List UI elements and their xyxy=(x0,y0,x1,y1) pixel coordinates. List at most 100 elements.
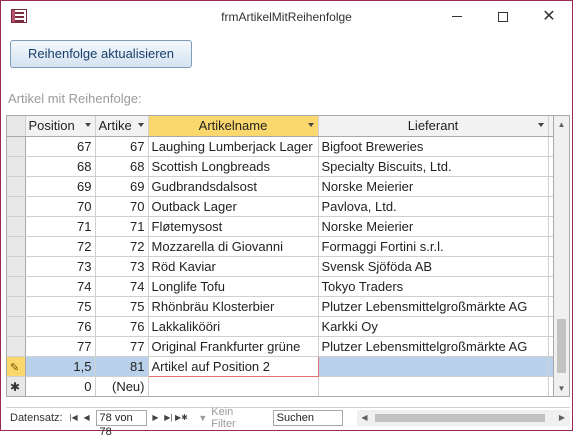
record-selector[interactable] xyxy=(7,216,26,237)
cell-position[interactable]: 71 xyxy=(25,216,96,237)
dropdown-arrow-icon[interactable] xyxy=(137,123,144,127)
cell-artikel-id[interactable]: 74 xyxy=(95,276,149,297)
scroll-thumb[interactable] xyxy=(557,319,566,373)
table-row[interactable]: 77 77 Original Frankfurter grüne Plutzer… xyxy=(7,336,553,357)
cell-lieferant[interactable]: Norske Meierier xyxy=(318,216,549,237)
cell-artikel-id[interactable]: 75 xyxy=(95,296,149,317)
cell-artikelname[interactable]: Outback Lager xyxy=(148,196,319,217)
dropdown-arrow-icon[interactable] xyxy=(537,123,544,127)
table-row-new[interactable]: ✱ 0 (Neu) xyxy=(7,376,553,396)
record-selector[interactable] xyxy=(7,156,26,177)
cell-position[interactable]: 1,5 xyxy=(25,356,96,377)
cell-lieferant[interactable]: Svensk Sjöföda AB xyxy=(318,256,549,277)
cell-lieferant[interactable]: Tokyo Traders xyxy=(318,276,549,297)
select-all-cell[interactable] xyxy=(7,116,26,137)
previous-record-icon[interactable]: ◀ xyxy=(81,410,93,426)
vertical-scrollbar[interactable]: ▲ ▼ xyxy=(554,115,570,397)
record-selector[interactable] xyxy=(7,276,26,297)
table-row[interactable]: 74 74 Longlife Tofu Tokyo Traders xyxy=(7,276,553,297)
cell-artikelname[interactable]: Gudbrandsdalsost xyxy=(148,176,319,197)
horizontal-scroll-thumb[interactable] xyxy=(374,413,545,422)
horizontal-scrollbar[interactable]: ◀ ▶ xyxy=(356,409,570,426)
dropdown-arrow-icon[interactable] xyxy=(307,123,314,127)
column-header-artikel-id[interactable]: Artike xyxy=(95,116,149,137)
cell-lieferant[interactable]: Formaggi Fortini s.r.l. xyxy=(318,236,549,257)
cell-artikel-id[interactable]: 81 xyxy=(95,356,149,377)
record-selector[interactable] xyxy=(7,296,26,317)
record-selector[interactable] xyxy=(7,256,26,277)
cell-position[interactable]: 70 xyxy=(25,196,96,217)
refresh-order-button[interactable]: Reihenfolge aktualisieren xyxy=(10,40,192,68)
cell-artikelname[interactable]: Fløtemysost xyxy=(148,216,319,237)
first-record-icon[interactable]: |◀ xyxy=(68,410,80,426)
column-header-artikelname[interactable]: Artikelname xyxy=(148,116,319,137)
cell-artikelname[interactable]: Original Frankfurter grüne xyxy=(148,336,319,357)
cell-artikelname[interactable] xyxy=(148,376,319,396)
scroll-up-icon[interactable]: ▲ xyxy=(554,116,569,132)
cell-lieferant[interactable] xyxy=(318,356,549,377)
cell-artikelname[interactable]: Longlife Tofu xyxy=(148,276,319,297)
table-row[interactable]: 67 67 Laughing Lumberjack Lager Bigfoot … xyxy=(7,136,553,157)
table-row-current[interactable]: ✎ 1,5 81 Artikel auf Position 2 xyxy=(7,355,553,377)
record-selector-new[interactable]: ✱ xyxy=(7,376,26,396)
cell-lieferant[interactable]: Plutzer Lebensmittelgroßmärkte AG xyxy=(318,336,549,357)
column-header-lieferant[interactable]: Lieferant xyxy=(318,116,549,137)
filter-toggle[interactable]: ▼ Kein Filter xyxy=(198,406,260,430)
cell-artikelname[interactable]: Scottish Longbreads xyxy=(148,156,319,177)
cell-artikel-id[interactable]: 72 xyxy=(95,236,149,257)
cell-position[interactable]: 73 xyxy=(25,256,96,277)
cell-position[interactable]: 68 xyxy=(25,156,96,177)
record-selector[interactable] xyxy=(7,136,26,157)
last-record-icon[interactable]: ▶| xyxy=(162,410,174,426)
table-row[interactable]: 76 76 Lakkalikööri Karkki Oy xyxy=(7,316,553,337)
cell-artikel-id[interactable]: 71 xyxy=(95,216,149,237)
table-row[interactable]: 69 69 Gudbrandsdalsost Norske Meierier xyxy=(7,176,553,197)
cell-lieferant[interactable]: Karkki Oy xyxy=(318,316,549,337)
cell-artikel-id[interactable]: 67 xyxy=(95,136,149,157)
cell-artikel-id[interactable]: 69 xyxy=(95,176,149,197)
record-selector[interactable] xyxy=(7,196,26,217)
dropdown-arrow-icon[interactable] xyxy=(84,123,91,127)
cell-position[interactable]: 74 xyxy=(25,276,96,297)
close-button[interactable]: ✕ xyxy=(526,1,572,32)
cell-artikel-id[interactable]: 76 xyxy=(95,316,149,337)
minimize-button[interactable] xyxy=(434,1,480,32)
cell-artikel-id[interactable]: 68 xyxy=(95,156,149,177)
cell-artikel-id[interactable]: 73 xyxy=(95,256,149,277)
cell-artikelname[interactable]: Laughing Lumberjack Lager xyxy=(148,136,319,157)
record-selector[interactable] xyxy=(7,176,26,197)
cell-artikelname[interactable]: Mozzarella di Giovanni xyxy=(148,236,319,257)
record-selector-editing[interactable]: ✎ xyxy=(7,356,26,377)
scroll-left-icon[interactable]: ◀ xyxy=(357,410,373,426)
cell-artikelname[interactable]: Röd Kaviar xyxy=(148,256,319,277)
cell-lieferant[interactable]: Plutzer Lebensmittelgroßmärkte AG xyxy=(318,296,549,317)
search-input[interactable]: Suchen xyxy=(272,409,343,426)
cell-lieferant[interactable]: Specialty Biscuits, Ltd. xyxy=(318,156,549,177)
cell-lieferant[interactable] xyxy=(318,376,549,396)
record-selector[interactable] xyxy=(7,336,26,357)
new-record-nav-icon[interactable]: ▶✱ xyxy=(175,410,188,426)
cell-lieferant[interactable]: Pavlova, Ltd. xyxy=(318,196,549,217)
cell-artikelname[interactable]: Rhönbräu Klosterbier xyxy=(148,296,319,317)
cell-position[interactable]: 77 xyxy=(25,336,96,357)
cell-artikel-id[interactable]: 70 xyxy=(95,196,149,217)
table-row[interactable]: 73 73 Röd Kaviar Svensk Sjöföda AB xyxy=(7,256,553,277)
column-header-position[interactable]: Position xyxy=(25,116,96,137)
scroll-down-icon[interactable]: ▼ xyxy=(554,380,569,396)
table-row[interactable]: 70 70 Outback Lager Pavlova, Ltd. xyxy=(7,196,553,217)
cell-position[interactable]: 0 xyxy=(25,376,96,396)
cell-position[interactable]: 75 xyxy=(25,296,96,317)
table-row[interactable]: 72 72 Mozzarella di Giovanni Formaggi Fo… xyxy=(7,236,553,257)
cell-artikelname[interactable]: Lakkalikööri xyxy=(148,316,319,337)
cell-position[interactable]: 76 xyxy=(25,316,96,337)
table-row[interactable]: 71 71 Fløtemysost Norske Meierier xyxy=(7,216,553,237)
cell-position[interactable]: 72 xyxy=(25,236,96,257)
record-selector[interactable] xyxy=(7,316,26,337)
table-row[interactable]: 68 68 Scottish Longbreads Specialty Bisc… xyxy=(7,156,553,177)
cell-lieferant[interactable]: Norske Meierier xyxy=(318,176,549,197)
cell-lieferant[interactable]: Bigfoot Breweries xyxy=(318,136,549,157)
maximize-button[interactable] xyxy=(480,1,526,32)
cell-artikelname-editing[interactable]: Artikel auf Position 2 xyxy=(147,355,319,377)
cell-artikel-id[interactable]: (Neu) xyxy=(95,376,149,396)
scroll-right-icon[interactable]: ▶ xyxy=(554,410,570,426)
